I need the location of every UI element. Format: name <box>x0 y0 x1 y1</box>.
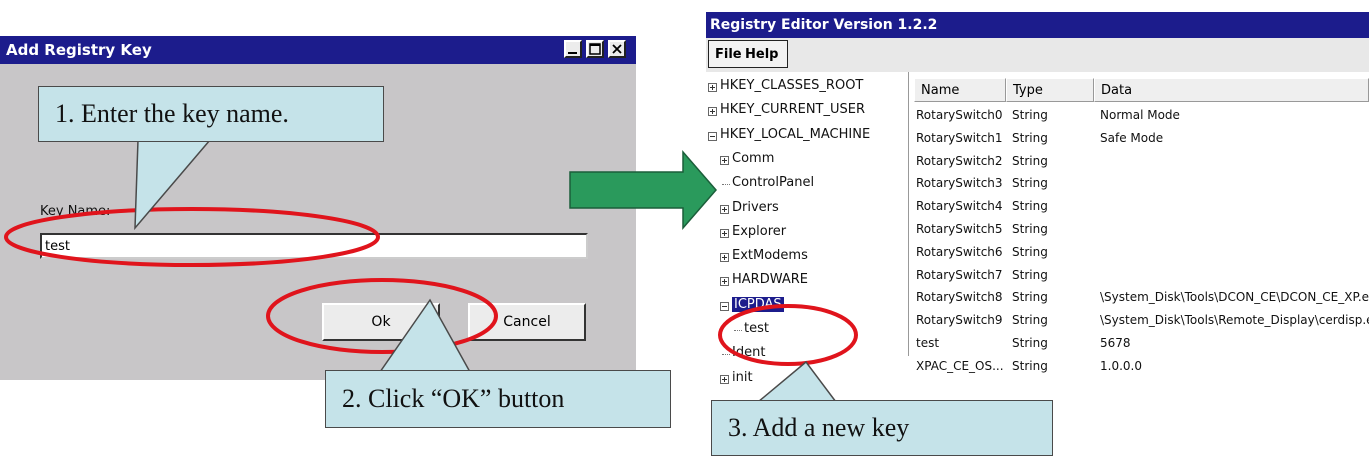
callout-3-pointer <box>757 360 837 403</box>
callout-step-3: 3. Add a new key <box>711 400 1053 456</box>
callout-step-3-text: 3. Add a new key <box>728 413 910 442</box>
